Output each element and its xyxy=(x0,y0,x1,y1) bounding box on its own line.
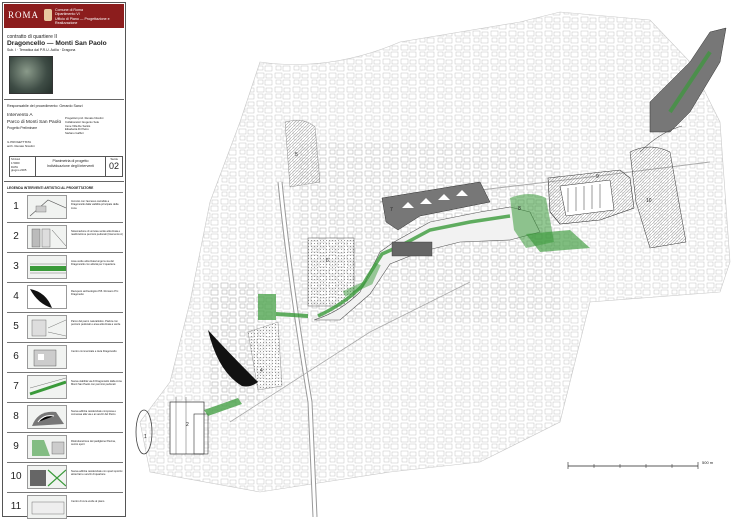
map-label-4: 4 xyxy=(260,368,263,374)
legend-thumbnail xyxy=(27,285,67,309)
divider xyxy=(4,181,124,182)
legend-item: 5 Parco del parco naturalistico. Piazza c… xyxy=(7,312,123,342)
drawing-title-cell: Planimetria di progetto Individuazione d… xyxy=(36,157,106,176)
map-drawing xyxy=(135,11,731,518)
map-label-10: 10 xyxy=(646,198,652,204)
legend-thumbnail xyxy=(27,435,67,459)
legend-item: 7 Nuova viabilità via di Dragoncello dall… xyxy=(7,372,123,402)
organization: Comune di Roma Dipartimento VI Ufficio d… xyxy=(55,8,110,25)
map-label-8: 8 xyxy=(518,206,521,212)
legend-thumbnail xyxy=(27,225,67,249)
legend-item: 8 Nuova edilizia residenziale compresa e … xyxy=(7,402,123,432)
district-title: Dragoncello — Monti San Paolo xyxy=(7,40,107,47)
legend-thumbnail xyxy=(27,255,67,279)
map-label-9: 9 xyxy=(596,174,599,180)
map-label-5: 5 xyxy=(295,152,298,158)
subtitle: Sub. I · Tematica dal P.R.U. Acilia · Dr… xyxy=(7,48,76,52)
scale-label: 500 m xyxy=(702,460,714,465)
legend-thumbnail xyxy=(27,405,67,429)
zone-5 xyxy=(284,120,321,188)
header-band: ROMA Comune di Roma Dipartimento VI Uffi… xyxy=(4,4,124,28)
map-label-1: 1 xyxy=(144,434,147,440)
map-label-7: 7 xyxy=(390,207,393,213)
title-block: ROMA Comune di Roma Dipartimento VI Uffi… xyxy=(2,2,126,519)
park-name: Parco di Monti San Paolo xyxy=(7,120,62,125)
legend-thumbnail xyxy=(27,315,67,339)
legend-item: 9 Ristrutturazione del padiglione Piscina… xyxy=(7,432,123,462)
map-label-6: 6 xyxy=(326,258,329,264)
legend-thumbnail xyxy=(27,195,67,219)
drawing-info-table: SCALA 1:5000 DATA giugno 2005 Planimetri… xyxy=(9,156,123,177)
responsible: Responsabile del procedimento: Gerardo S… xyxy=(7,104,83,108)
legend-item: 2 Sistemazione di un'area verde attrezzat… xyxy=(7,222,123,252)
legend-item: 11 Centro di cura verde al piano xyxy=(7,492,123,522)
intervention-label: Intervento A xyxy=(7,113,33,118)
legend-item: 3 Area verde attrezzata lungo la via del … xyxy=(7,252,123,282)
legend-title: LEGENDA INTERVENTI ARTISTICI AL PROGETTA… xyxy=(7,186,94,190)
legend-item: 1 Incrocio con l'accesso carrabile a Drag… xyxy=(7,192,123,222)
legend-thumbnail xyxy=(27,375,67,399)
legend-item: 6 Centro commerciale e Aula Dragoncello xyxy=(7,342,123,372)
legend-item: 10 Nuova edilizia residenziale con spazi … xyxy=(7,462,123,492)
site-plan-map: 1 2 4 5 6 7 8 9 10 500 m xyxy=(130,2,738,518)
scale-date-cell: SCALA 1:5000 DATA giugno 2005 xyxy=(10,157,36,176)
map-label-2: 2 xyxy=(186,422,189,428)
zone-2-building xyxy=(169,401,205,455)
legend-thumbnail xyxy=(27,345,67,369)
legend-item: 4 Recupero archeologico P.B. Romano P.U. … xyxy=(7,282,123,312)
project-phase: Progetto Preliminare xyxy=(7,126,38,130)
scale-bar xyxy=(567,462,699,469)
designer: IL PROGETTISTA arch. Renato Nicolini xyxy=(7,140,35,148)
sheet-number-cell: Tavola 02 xyxy=(108,158,119,171)
roma-logo: ROMA xyxy=(8,10,40,20)
city-seal-icon xyxy=(44,9,52,21)
credits: Progettisti prof. Renato Nicolini Collab… xyxy=(65,116,104,136)
legend-list: 1 Incrocio con l'accesso carrabile a Drag… xyxy=(7,192,123,522)
aerial-thumbnail xyxy=(9,56,53,94)
legend-thumbnail xyxy=(27,495,67,519)
legend-thumbnail xyxy=(27,465,67,489)
divider xyxy=(4,99,124,100)
